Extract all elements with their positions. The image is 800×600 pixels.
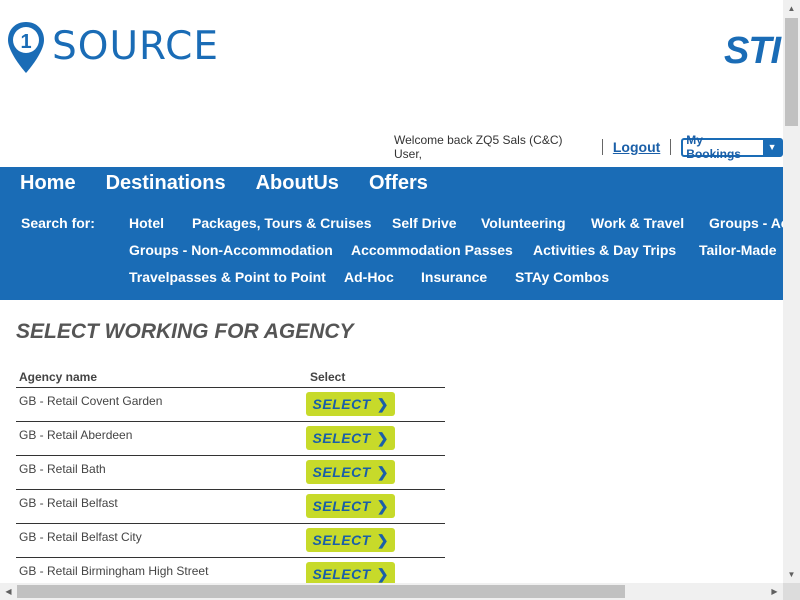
search-groups-accommodation[interactable]: Groups - Ac — [709, 215, 783, 231]
table-row: GB - Retail Belfast City SELECT ❯ — [16, 524, 445, 558]
chevron-right-icon: ❯ — [376, 531, 389, 548]
scroll-down-icon[interactable]: ▼ — [783, 566, 800, 583]
nav-home[interactable]: Home — [20, 172, 76, 195]
vertical-scrollbar[interactable]: ▲ ▼ — [783, 0, 800, 583]
vertical-scroll-thumb[interactable] — [785, 18, 798, 126]
nav-destinations[interactable]: Destinations — [106, 172, 226, 195]
svg-text:1: 1 — [20, 31, 31, 53]
search-work-travel[interactable]: Work & Travel — [591, 215, 684, 231]
select-button[interactable]: SELECT ❯ — [306, 426, 395, 450]
welcome-text: Welcome back ZQ5 Sals (C&C) User, — [394, 133, 563, 161]
chevron-right-icon: ❯ — [376, 497, 389, 514]
select-button[interactable]: SELECT ❯ — [306, 392, 395, 416]
scroll-left-icon[interactable]: ◀ — [0, 583, 17, 600]
my-bookings-dropdown[interactable]: My Bookings ▼ — [681, 133, 783, 161]
user-bar: Welcome back ZQ5 Sals (C&C) User, Logout… — [394, 133, 783, 161]
logout-link[interactable]: Logout — [603, 139, 670, 155]
search-stay-combos[interactable]: STAy Combos — [515, 269, 609, 285]
select-button[interactable]: SELECT ❯ — [306, 528, 395, 552]
chevron-right-icon: ❯ — [376, 565, 389, 582]
search-packages[interactable]: Packages, Tours & Cruises — [192, 215, 371, 231]
select-button[interactable]: SELECT ❯ — [306, 460, 395, 484]
agency-name: GB - Retail Birmingham High Street — [19, 564, 209, 578]
table-row: GB - Retail Birmingham High Street SELECT… — [16, 558, 445, 583]
table-header: Agency name Select — [16, 366, 445, 388]
search-for-label: Search for: — [21, 215, 95, 231]
table-body: GB - Retail Covent Garden SELECT ❯ GB - Ret… — [16, 388, 445, 583]
agency-table: Agency name Select GB - Retail Covent Ga… — [16, 366, 445, 583]
search-self-drive[interactable]: Self Drive — [392, 215, 457, 231]
agency-name: GB - Retail Belfast — [19, 496, 118, 510]
select-button-label: SELECT — [312, 396, 371, 412]
scroll-right-icon[interactable]: ▶ — [766, 583, 783, 600]
search-groups-non-accommodation[interactable]: Groups - Non-Accommodation — [129, 242, 333, 258]
select-button-label: SELECT — [312, 532, 371, 548]
table-row: GB - Retail Bath SELECT ❯ — [16, 456, 445, 490]
nav-offers[interactable]: Offers — [369, 172, 428, 195]
chevron-right-icon: ❯ — [376, 463, 389, 480]
agency-name: GB - Retail Belfast City — [19, 530, 142, 544]
page-title: SELECT WORKING FOR AGENCY — [16, 320, 354, 343]
main-menu: Home Destinations AboutUs Offers — [20, 172, 458, 195]
search-hotel[interactable]: Hotel — [129, 215, 164, 231]
chevron-right-icon: ❯ — [376, 429, 389, 446]
agency-name: GB - Retail Covent Garden — [19, 394, 163, 408]
chevron-right-icon: ❯ — [376, 395, 389, 412]
search-ad-hoc[interactable]: Ad-Hoc — [344, 269, 394, 285]
table-row: GB - Retail Aberdeen SELECT ❯ — [16, 422, 445, 456]
scroll-up-icon[interactable]: ▲ — [783, 0, 800, 17]
nav-aboutus[interactable]: AboutUs — [256, 172, 339, 195]
col-agency-name: Agency name — [19, 369, 98, 384]
horizontal-scroll-thumb[interactable] — [17, 585, 625, 598]
search-accommodation-passes[interactable]: Accommodation Passes — [351, 242, 513, 258]
sti-logo[interactable]: STI — [724, 30, 781, 73]
my-bookings-label: My Bookings — [686, 133, 741, 161]
logo-text: SOURCE — [52, 24, 220, 69]
select-button[interactable]: SELECT ❯ — [306, 494, 395, 518]
divider — [670, 139, 672, 155]
col-select: Select — [310, 369, 346, 384]
search-tailor-made[interactable]: Tailor-Made — [699, 242, 777, 258]
select-button-label: SELECT — [312, 464, 371, 480]
table-row: GB - Retail Covent Garden SELECT ❯ — [16, 388, 445, 422]
agency-name: GB - Retail Aberdeen — [19, 428, 133, 442]
main-navigation: Home Destinations AboutUs Offers Search … — [0, 167, 783, 300]
search-volunteering[interactable]: Volunteering — [481, 215, 566, 231]
horizontal-scrollbar[interactable]: ◀ ▶ — [0, 583, 783, 600]
select-button-label: SELECT — [312, 498, 371, 514]
select-button-label: SELECT — [312, 566, 371, 582]
search-insurance[interactable]: Insurance — [421, 269, 487, 285]
agency-name: GB - Retail Bath — [19, 462, 106, 476]
search-activities[interactable]: Activities & Day Trips — [533, 242, 676, 258]
page: 1 SOURCE STI Welcome back ZQ5 Sals (C&C)… — [0, 0, 783, 583]
select-button-label: SELECT — [312, 430, 371, 446]
scrollbar-corner — [783, 583, 800, 600]
table-row: GB - Retail Belfast SELECT ❯ — [16, 490, 445, 524]
search-travelpasses[interactable]: Travelpasses & Point to Point — [129, 269, 326, 285]
chevron-down-icon: ▼ — [763, 139, 781, 155]
select-button[interactable]: SELECT ❯ — [306, 562, 395, 583]
